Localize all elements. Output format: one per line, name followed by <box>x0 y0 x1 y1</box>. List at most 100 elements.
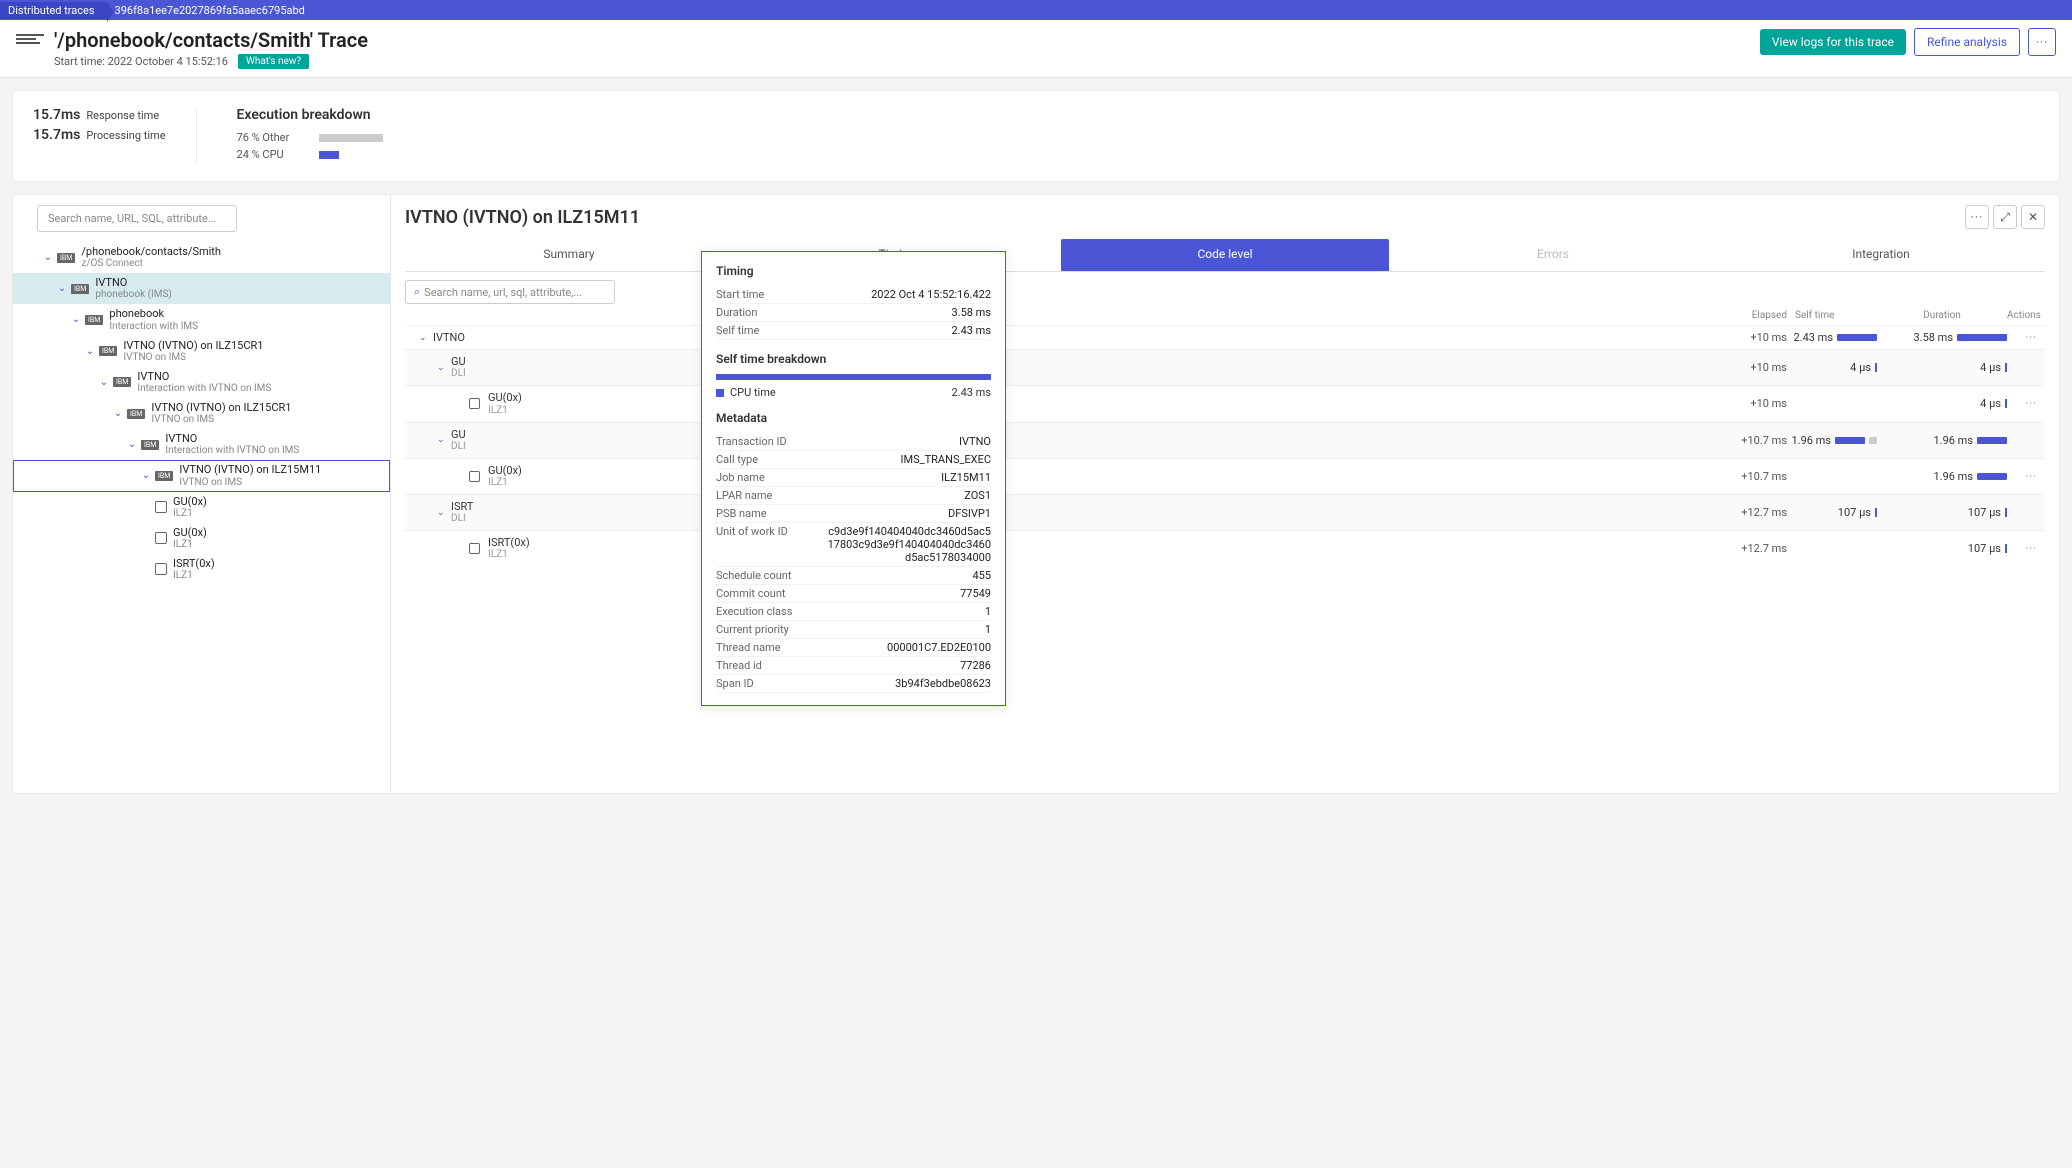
whats-new-button[interactable]: What's new? <box>238 54 309 69</box>
meta-key: Span ID <box>716 677 754 690</box>
tab-errors: Errors <box>1389 239 1717 271</box>
tab-summary[interactable]: Summary <box>405 239 733 271</box>
row-duration: 107 µs <box>1877 506 2007 519</box>
tech-badge: IBM <box>155 471 173 481</box>
meta-key: Thread id <box>716 659 762 672</box>
detail-more-button[interactable]: ··· <box>1965 205 1989 229</box>
tree-item[interactable]: ISRT(0x)ILZ1 <box>13 554 390 585</box>
more-icon: ··· <box>2036 35 2048 49</box>
processing-time-value: 15.7ms <box>33 127 80 143</box>
meta-key: Execution class <box>716 605 792 618</box>
close-button[interactable]: ✕ <box>2021 205 2045 229</box>
tree-item-sub: ILZ1 <box>173 570 215 582</box>
chevron-down-icon: ⌄ <box>141 470 151 481</box>
tree-panel: Search name, URL, SQL, attribute... ⌄IBM… <box>13 195 391 793</box>
tech-badge: IBM <box>57 253 75 263</box>
response-time-value: 15.7ms <box>33 107 80 123</box>
tree-search-input[interactable]: Search name, URL, SQL, attribute... <box>37 205 237 232</box>
row-self: 2.43 ms <box>1787 331 1877 344</box>
refine-button[interactable]: Refine analysis <box>1914 28 2020 56</box>
row-self: 1.96 ms <box>1787 434 1877 447</box>
meta-value: c9d3e9f140404040dc3460d5ac517803c9d3e9f1… <box>826 525 991 564</box>
tech-badge: IBM <box>127 409 145 419</box>
tech-badge: IBM <box>71 284 89 294</box>
chevron-down-icon: ⌄ <box>99 377 109 388</box>
meta-key: Transaction ID <box>716 435 787 448</box>
tree-item-name: IVTNO (IVTNO) on ILZ15M11 <box>179 463 321 476</box>
tree-item[interactable]: ⌄IBMIVTNOInteraction with IVTNO on IMS <box>13 367 390 398</box>
meta-key: Commit count <box>716 587 786 600</box>
breadcrumb-id[interactable]: 396f8a1ee7e2027869fa5aaec6795abd <box>107 2 317 19</box>
timing-popup: Timing Start time2022 Oct 4 15:52:16.422… <box>701 251 1006 706</box>
detail-search-input[interactable]: ⌕ Search name, url, sql, attribute,... <box>405 280 615 304</box>
row-sub: DLI <box>451 368 1727 380</box>
code-row[interactable]: ⌄ISRTDLI+12.7 ms107 µs107 µs <box>405 494 2045 530</box>
col-elapsed: Elapsed <box>1727 310 1787 321</box>
tree-item-name: GU(0x) <box>173 495 207 508</box>
row-actions[interactable]: ··· <box>2007 470 2037 483</box>
meta-value: IVTNO <box>959 435 991 448</box>
row-sub: DLI <box>451 513 1727 525</box>
row-actions[interactable]: ··· <box>2007 542 2037 555</box>
meta-value: 455 <box>972 569 991 582</box>
tree-item-name: ISRT(0x) <box>173 557 215 570</box>
row-sub: ILZ1 <box>488 405 1727 417</box>
code-row[interactable]: ⌄IVTNO+10 ms2.43 ms3.58 ms··· <box>405 325 2045 349</box>
row-actions[interactable]: ··· <box>2007 397 2037 410</box>
row-actions[interactable]: ··· <box>2007 331 2037 344</box>
detail-tabs: Summary Timing Code level Errors Integra… <box>405 239 2045 272</box>
more-menu-button[interactable]: ··· <box>2028 28 2056 56</box>
code-row[interactable]: GU(0x)ILZ1+10 ms4 µs··· <box>405 385 2045 421</box>
tree-item-sub: Interaction with IVTNO on IMS <box>165 445 299 457</box>
tree-item[interactable]: ⌄IBMIVTNO (IVTNO) on ILZ15M11IVTNO on IM… <box>13 460 390 491</box>
row-duration: 3.58 ms <box>1877 331 2007 344</box>
tree-item[interactable]: ⌄IBMphonebookInteraction with IMS <box>13 304 390 335</box>
tree-item[interactable]: GU(0x)ILZ1 <box>13 492 390 523</box>
meta-key: Unit of work ID <box>716 525 788 564</box>
code-row[interactable]: GU(0x)ILZ1+10.7 ms1.96 ms··· <box>405 458 2045 494</box>
col-self: Self time <box>1787 310 1877 321</box>
chevron-down-icon: ⌄ <box>437 363 447 373</box>
tree-item-name: IVTNO (IVTNO) on ILZ15CR1 <box>151 401 291 414</box>
meta-value: IMS_TRANS_EXEC <box>900 453 991 466</box>
tab-integration[interactable]: Integration <box>1717 239 2045 271</box>
row-name: GU <box>451 355 1727 368</box>
tree-item[interactable]: ⌄IBMIVTNOInteraction with IVTNO on IMS <box>13 429 390 460</box>
popup-stb-title: Self time breakdown <box>716 352 991 366</box>
tree-item[interactable]: ⌄IBMIVTNO (IVTNO) on ILZ15CR1IVTNO on IM… <box>13 336 390 367</box>
row-elapsed: +12.7 ms <box>1727 542 1787 555</box>
more-icon: ··· <box>2025 397 2037 410</box>
row-name: ISRT(0x) <box>488 536 1727 549</box>
code-row[interactable]: ISRT(0x)ILZ1+12.7 ms107 µs··· <box>405 530 2045 566</box>
row-name: GU <box>451 428 1727 441</box>
col-duration: Duration <box>1877 310 2007 321</box>
tech-badge: IBM <box>85 315 103 325</box>
expand-button[interactable]: ⤢ <box>1993 205 2017 229</box>
row-name: IVTNO <box>433 331 1727 344</box>
meta-key: Schedule count <box>716 569 791 582</box>
chevron-down-icon: ⌄ <box>85 346 95 357</box>
tree-item-sub: ILZ1 <box>173 539 207 551</box>
breadcrumb-root[interactable]: Distributed traces <box>0 2 107 19</box>
view-logs-button[interactable]: View logs for this trace <box>1760 29 1906 55</box>
tree-item[interactable]: ⌄IBM/phonebook/contacts/Smithz/OS Connec… <box>13 242 390 273</box>
meta-value: 1 <box>985 605 991 618</box>
tree-item[interactable]: ⌄IBMIVTNO (IVTNO) on ILZ15CR1IVTNO on IM… <box>13 398 390 429</box>
more-icon: ··· <box>2025 470 2037 483</box>
code-row[interactable]: ⌄GUDLI+10.7 ms1.96 ms1.96 ms <box>405 422 2045 458</box>
tree-item[interactable]: GU(0x)ILZ1 <box>13 523 390 554</box>
chevron-down-icon: ⌄ <box>419 333 429 343</box>
tree-item-sub: Interaction with IVTNO on IMS <box>137 383 271 395</box>
tree-item[interactable]: ⌄IBMIVTNOphonebook (IMS) <box>13 273 390 304</box>
tech-badge: IBM <box>99 346 117 356</box>
tree-item-sub: Interaction with IMS <box>109 321 198 333</box>
chevron-down-icon: ⌄ <box>437 508 447 518</box>
row-name: GU(0x) <box>488 464 1727 477</box>
meta-value: 3b94f3ebdbe08623 <box>895 677 991 690</box>
tab-code-level[interactable]: Code level <box>1061 239 1389 271</box>
meta-key: Job name <box>716 471 765 484</box>
cube-icon <box>469 398 480 409</box>
popup-stb-bar <box>716 374 991 380</box>
code-row[interactable]: ⌄GUDLI+10 ms4 µs4 µs <box>405 349 2045 385</box>
summary-card: 15.7ms Response time 15.7ms Processing t… <box>12 90 2060 182</box>
